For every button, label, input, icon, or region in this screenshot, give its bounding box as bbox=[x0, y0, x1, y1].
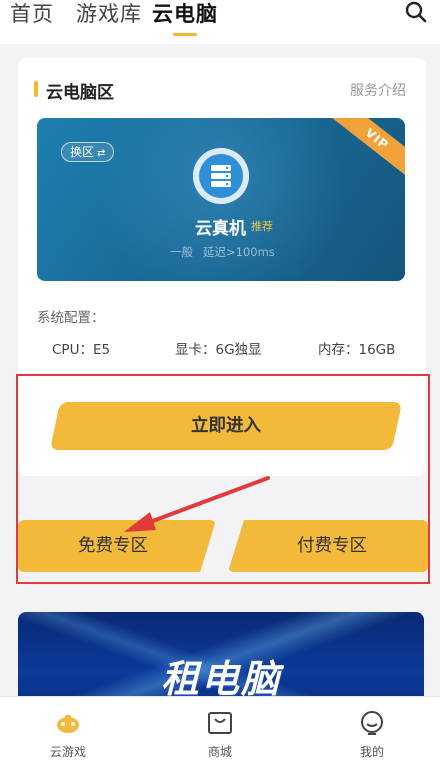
switch-region-button[interactable]: 换区 ⇄ bbox=[61, 142, 115, 162]
gamepad-icon bbox=[57, 715, 79, 733]
server-icon bbox=[193, 148, 249, 204]
quality-label: 一般 bbox=[170, 245, 193, 259]
tab-home[interactable]: 首页 bbox=[10, 0, 54, 28]
switch-region-label: 换区 bbox=[70, 145, 95, 159]
search-icon[interactable] bbox=[404, 0, 428, 24]
latency-info: 一般 延迟>100ms bbox=[170, 244, 275, 260]
tab-cloud-pc[interactable]: 云电脑 bbox=[152, 0, 218, 28]
latency-label: 延迟>100ms bbox=[203, 245, 275, 259]
rent-computer-title: 租电脑 bbox=[160, 657, 281, 701]
nav-item-cloud-game[interactable]: 云游戏 bbox=[18, 697, 118, 770]
bottom-navigation: 云游戏 商城 我的 bbox=[0, 696, 440, 770]
shop-icon bbox=[208, 712, 232, 734]
swap-icon: ⇄ bbox=[97, 148, 106, 159]
nav-label-mine: 我的 bbox=[359, 745, 384, 759]
tab-game-library[interactable]: 游戏库 bbox=[76, 0, 142, 28]
service-intro-link[interactable]: 服务介绍 bbox=[350, 80, 406, 100]
nav-label-cloud-game: 云游戏 bbox=[49, 745, 86, 759]
nav-item-mine[interactable]: 我的 bbox=[322, 697, 422, 770]
profile-icon bbox=[361, 711, 383, 735]
machine-name: 云真机 bbox=[195, 219, 246, 239]
cpu-spec: CPU：E5 bbox=[52, 342, 111, 358]
top-tab-bar: 首页 游戏库 云电脑 bbox=[0, 0, 440, 44]
cloud-machine-banner[interactable]: VIP 换区 ⇄ 云真机 推荐 一般 延迟>100ms bbox=[37, 118, 405, 281]
annotation-highlight-box bbox=[16, 374, 430, 584]
recommend-badge: 推荐 bbox=[251, 220, 273, 233]
system-config-title: 系统配置： bbox=[37, 310, 105, 326]
nav-label-shop: 商城 bbox=[207, 745, 232, 759]
section-title: 云电脑区 bbox=[34, 78, 114, 103]
gpu-spec: 显卡：6G独显 bbox=[175, 342, 262, 358]
nav-item-shop[interactable]: 商城 bbox=[170, 697, 270, 770]
memory-spec: 内存：16GB bbox=[318, 342, 396, 358]
